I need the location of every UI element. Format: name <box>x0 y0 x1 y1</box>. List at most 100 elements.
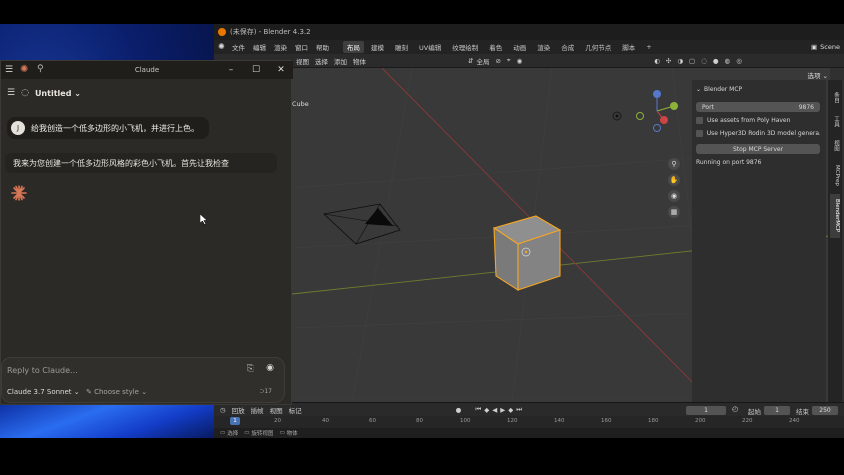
side-tab-mcprep[interactable]: MCPrep <box>830 160 840 190</box>
header-object[interactable]: 物体 <box>353 56 366 66</box>
camera-object[interactable] <box>323 203 401 245</box>
timeline-menu-playback[interactable]: 回放 <box>232 405 245 415</box>
conversation-title[interactable]: Untitled ⌄ <box>35 89 81 98</box>
menu-render[interactable]: 渲染 <box>274 42 287 52</box>
reply-input[interactable] <box>7 364 227 376</box>
workspace-tab-uv-editing[interactable]: UV编辑 <box>415 41 445 53</box>
overlay-toggle-icon[interactable]: ◑ <box>677 57 683 65</box>
port-field[interactable]: Port 9876 <box>696 102 820 112</box>
workspace-tab-texture-paint[interactable]: 纹理绘制 <box>448 41 482 53</box>
attachment-icon[interactable]: ⎘ <box>247 364 254 374</box>
timeline-menu-view[interactable]: 视图 <box>270 405 283 415</box>
timeline-menu-keying[interactable]: 插帧 <box>251 405 264 415</box>
workspace-tab-layout[interactable]: 布局 <box>343 41 364 53</box>
timeline-header: ◷ 回放 插帧 视图 标记 ● ⏮ ◆ ◀ ▶ ◆ ⏭ 1 ◴ 起始 1 结束 … <box>214 402 844 416</box>
ruler-tick: 240 <box>789 418 800 424</box>
hyper3d-checkbox[interactable] <box>696 130 703 137</box>
gizmo-toggle-icon[interactable]: ✣ <box>666 57 671 65</box>
close-button[interactable]: ✕ <box>269 61 293 79</box>
menu-help[interactable]: 帮助 <box>316 42 329 52</box>
shading-material-icon[interactable]: ◍ <box>725 57 731 65</box>
scene-name: Scene <box>820 43 840 51</box>
mcp-panel-title: Blender MCP <box>704 86 743 93</box>
light-object[interactable] <box>612 111 622 121</box>
header-view[interactable]: 视图 <box>296 56 309 66</box>
side-tab-blendermcp[interactable]: BlenderMCP <box>830 194 840 238</box>
workspace-tab-rendering[interactable]: 渲染 <box>533 41 554 53</box>
active-object-label: Cube <box>292 100 309 108</box>
minimize-button[interactable]: – <box>219 61 243 79</box>
poly-haven-checkbox[interactable] <box>696 117 703 124</box>
menu-edit[interactable]: 编辑 <box>253 42 266 52</box>
sidebar-toggle-icon[interactable]: ☰ <box>7 88 15 98</box>
visibility-icon[interactable]: ◐ <box>654 57 660 65</box>
maximize-button[interactable]: ☐ <box>244 61 268 79</box>
assistant-message: 我来为您创建一个低多边形风格的彩色小飞机。首先让我检查 <box>5 153 277 173</box>
xray-toggle-icon[interactable]: ▢ <box>689 57 695 65</box>
hyper3d-label: Use Hyper3D Rodin 3D model genera... <box>706 130 820 137</box>
status-mouse-icon: ▭ <box>279 430 285 436</box>
style-selector[interactable]: ✎ Choose style ⌄ <box>86 388 147 396</box>
search-icon[interactable]: ⚲ <box>37 64 44 74</box>
start-frame-field[interactable]: 1 <box>764 406 790 415</box>
status-mouse-icon: ▭ <box>244 430 250 436</box>
workspace-tab-geometry-nodes[interactable]: 几何节点 <box>581 41 615 53</box>
perspective-toggle-icon[interactable]: ▦ <box>668 206 680 218</box>
pan-hand-icon[interactable]: ✋ <box>668 174 680 186</box>
playhead-frame-indicator[interactable]: 1 <box>230 417 240 425</box>
style-icon: ✎ <box>86 388 92 396</box>
side-tab-view[interactable]: 视图 <box>830 136 840 154</box>
scene-selector[interactable]: ▣ Scene <box>811 41 840 53</box>
workspace-tab-compositing[interactable]: 合成 <box>557 41 578 53</box>
options-dropdown[interactable]: 选项 ⌄ <box>807 70 828 80</box>
current-frame-field[interactable]: 1 <box>686 406 726 415</box>
workspace-tab-shading[interactable]: 着色 <box>485 41 506 53</box>
add-workspace-icon[interactable]: + <box>642 42 655 52</box>
play-reverse-icon[interactable]: ◀ <box>492 406 497 414</box>
prev-key-icon[interactable]: ◆ <box>484 406 489 414</box>
side-tab-tool[interactable]: 工具 <box>830 112 840 130</box>
hamburger-menu-icon[interactable]: ☰ <box>5 65 13 75</box>
record-icon[interactable]: ● <box>456 406 462 414</box>
jump-start-icon[interactable]: ⏮ <box>475 405 481 414</box>
menu-window[interactable]: 窗口 <box>295 42 308 52</box>
transform-orientation-icon[interactable]: ⇵ <box>468 57 473 65</box>
snap-icon[interactable]: ⌖ <box>507 56 511 65</box>
shading-wireframe-icon[interactable]: ◌ <box>701 57 707 65</box>
next-key-icon[interactable]: ◆ <box>508 406 513 414</box>
jump-end-icon[interactable]: ⏭ <box>516 405 522 414</box>
workspace-tab-scripting[interactable]: 脚本 <box>618 41 639 53</box>
mcp-panel-header[interactable]: ⌄ Blender MCP <box>696 86 820 93</box>
timeline-ruler[interactable]: 1 20 40 60 80 100 120 140 160 180 200 22… <box>214 416 844 428</box>
workspace-tab-sculpting[interactable]: 雕刻 <box>391 41 412 53</box>
side-tab-item[interactable]: 条目 <box>830 88 840 106</box>
header-add[interactable]: 添加 <box>334 56 347 66</box>
claude-logo-icon: ✺ <box>20 64 29 75</box>
chevron-down-icon: ⌄ <box>141 388 148 396</box>
cube-object[interactable] <box>492 215 562 292</box>
timeline-menu-marker[interactable]: 标记 <box>289 405 302 415</box>
model-selector[interactable]: Claude 3.7 Sonnet ⌄ <box>7 388 80 396</box>
shading-rendered-icon[interactable]: ◎ <box>736 57 742 65</box>
play-icon[interactable]: ▶ <box>500 406 505 414</box>
transform-orientation-select[interactable]: 全局 <box>476 56 489 66</box>
navigation-gizmo[interactable] <box>634 88 680 134</box>
pivot-point-icon[interactable]: ⊘ <box>495 57 500 65</box>
poly-haven-checkbox-row[interactable]: Use assets from Poly Haven <box>696 117 820 124</box>
workspace-tab-modeling[interactable]: 建模 <box>367 41 388 53</box>
tools-settings-icon[interactable]: ◉ <box>266 363 274 373</box>
proportional-edit-icon[interactable]: ◉ <box>517 57 523 65</box>
camera-view-icon[interactable]: ◉ <box>668 190 680 202</box>
workspace-tab-animation[interactable]: 动画 <box>509 41 530 53</box>
hyper3d-checkbox-row[interactable]: Use Hyper3D Rodin 3D model genera... <box>696 130 820 137</box>
port-label: Port <box>702 103 714 111</box>
timeline-editor-type-icon[interactable]: ◷ <box>220 406 226 414</box>
header-select[interactable]: 选择 <box>315 56 328 66</box>
menu-file[interactable]: 文件 <box>232 42 245 52</box>
shading-solid-icon[interactable]: ● <box>713 57 719 65</box>
zoom-icon[interactable]: ⚲ <box>668 158 680 170</box>
start-frame-label: 起始 <box>748 408 761 416</box>
stop-mcp-server-button[interactable]: Stop MCP Server <box>696 144 820 154</box>
end-frame-field[interactable]: 250 <box>812 406 838 415</box>
blender-menu-logo-icon[interactable]: ✺ <box>218 42 228 52</box>
